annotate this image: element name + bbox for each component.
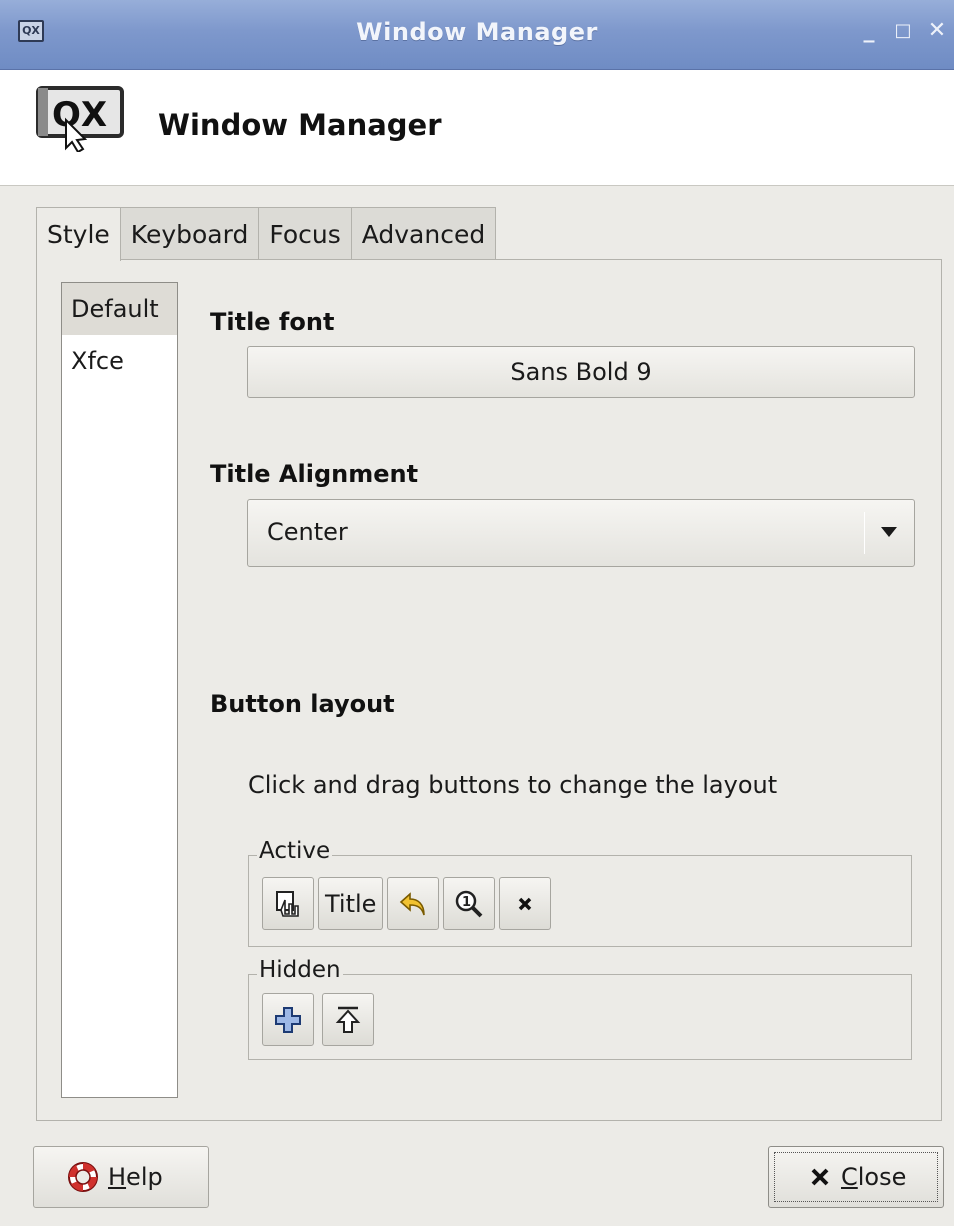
tab-advanced[interactable]: Advanced	[350, 207, 497, 260]
combo-separator	[864, 512, 865, 554]
title-font-button[interactable]: Sans Bold 9	[247, 346, 915, 398]
title-alignment-value: Center	[267, 518, 348, 546]
svg-text:QX: QX	[52, 95, 107, 135]
zoom-button-icon[interactable]: 1	[443, 877, 496, 930]
menu-button-icon[interactable]	[262, 877, 314, 930]
tab-bar: Style Keyboard Focus Advanced	[36, 207, 497, 261]
lifebuoy-icon	[68, 1162, 98, 1192]
window-manager-logo-icon: QX	[36, 86, 124, 152]
style-panel: Default Xfce Title font Sans Bold 9 Titl…	[36, 259, 942, 1121]
button-layout-label: Button layout	[210, 690, 395, 718]
title-alignment-select[interactable]: Center	[247, 499, 915, 567]
tab-style[interactable]: Style	[36, 207, 121, 261]
tab-keyboard[interactable]: Keyboard	[119, 207, 260, 260]
theme-list[interactable]: Default Xfce	[61, 282, 178, 1098]
hidden-buttons-frame: Hidden	[248, 957, 912, 1060]
title-layout-button[interactable]: Title	[318, 877, 384, 930]
active-buttons-frame: Active Title 1	[248, 838, 912, 947]
close-icon[interactable]: ✕	[924, 18, 950, 44]
title-alignment-label: Title Alignment	[210, 460, 419, 488]
theme-item-default[interactable]: Default	[62, 283, 177, 335]
close-button-icon[interactable]	[499, 877, 552, 930]
hidden-frame-label: Hidden	[257, 957, 343, 983]
shade-button-icon[interactable]	[387, 877, 440, 930]
page-title: Window Manager	[158, 108, 442, 142]
title-font-label: Title font	[210, 308, 335, 336]
button-layout-hint: Click and drag buttons to change the lay…	[248, 771, 778, 799]
maximize-icon[interactable]: □	[890, 18, 916, 44]
tab-focus[interactable]: Focus	[258, 207, 352, 260]
focus-ring	[774, 1152, 938, 1202]
stick-button-icon[interactable]	[262, 993, 314, 1046]
theme-item-xfce[interactable]: Xfce	[62, 335, 177, 387]
window-titlebar[interactable]: QX Window Manager _ □ ✕	[0, 0, 954, 70]
active-frame-label: Active	[257, 838, 333, 864]
svg-text:1: 1	[462, 895, 471, 910]
close-button[interactable]: Close	[768, 1146, 944, 1208]
help-button-label: Help	[108, 1163, 163, 1191]
help-button[interactable]: Help	[33, 1146, 209, 1208]
chevron-down-icon[interactable]	[881, 527, 897, 537]
minimize-icon[interactable]: _	[856, 18, 882, 44]
above-button-icon[interactable]	[322, 993, 374, 1046]
window-title: Window Manager	[356, 18, 598, 46]
dialog-header: QX Window Manager	[0, 70, 954, 186]
